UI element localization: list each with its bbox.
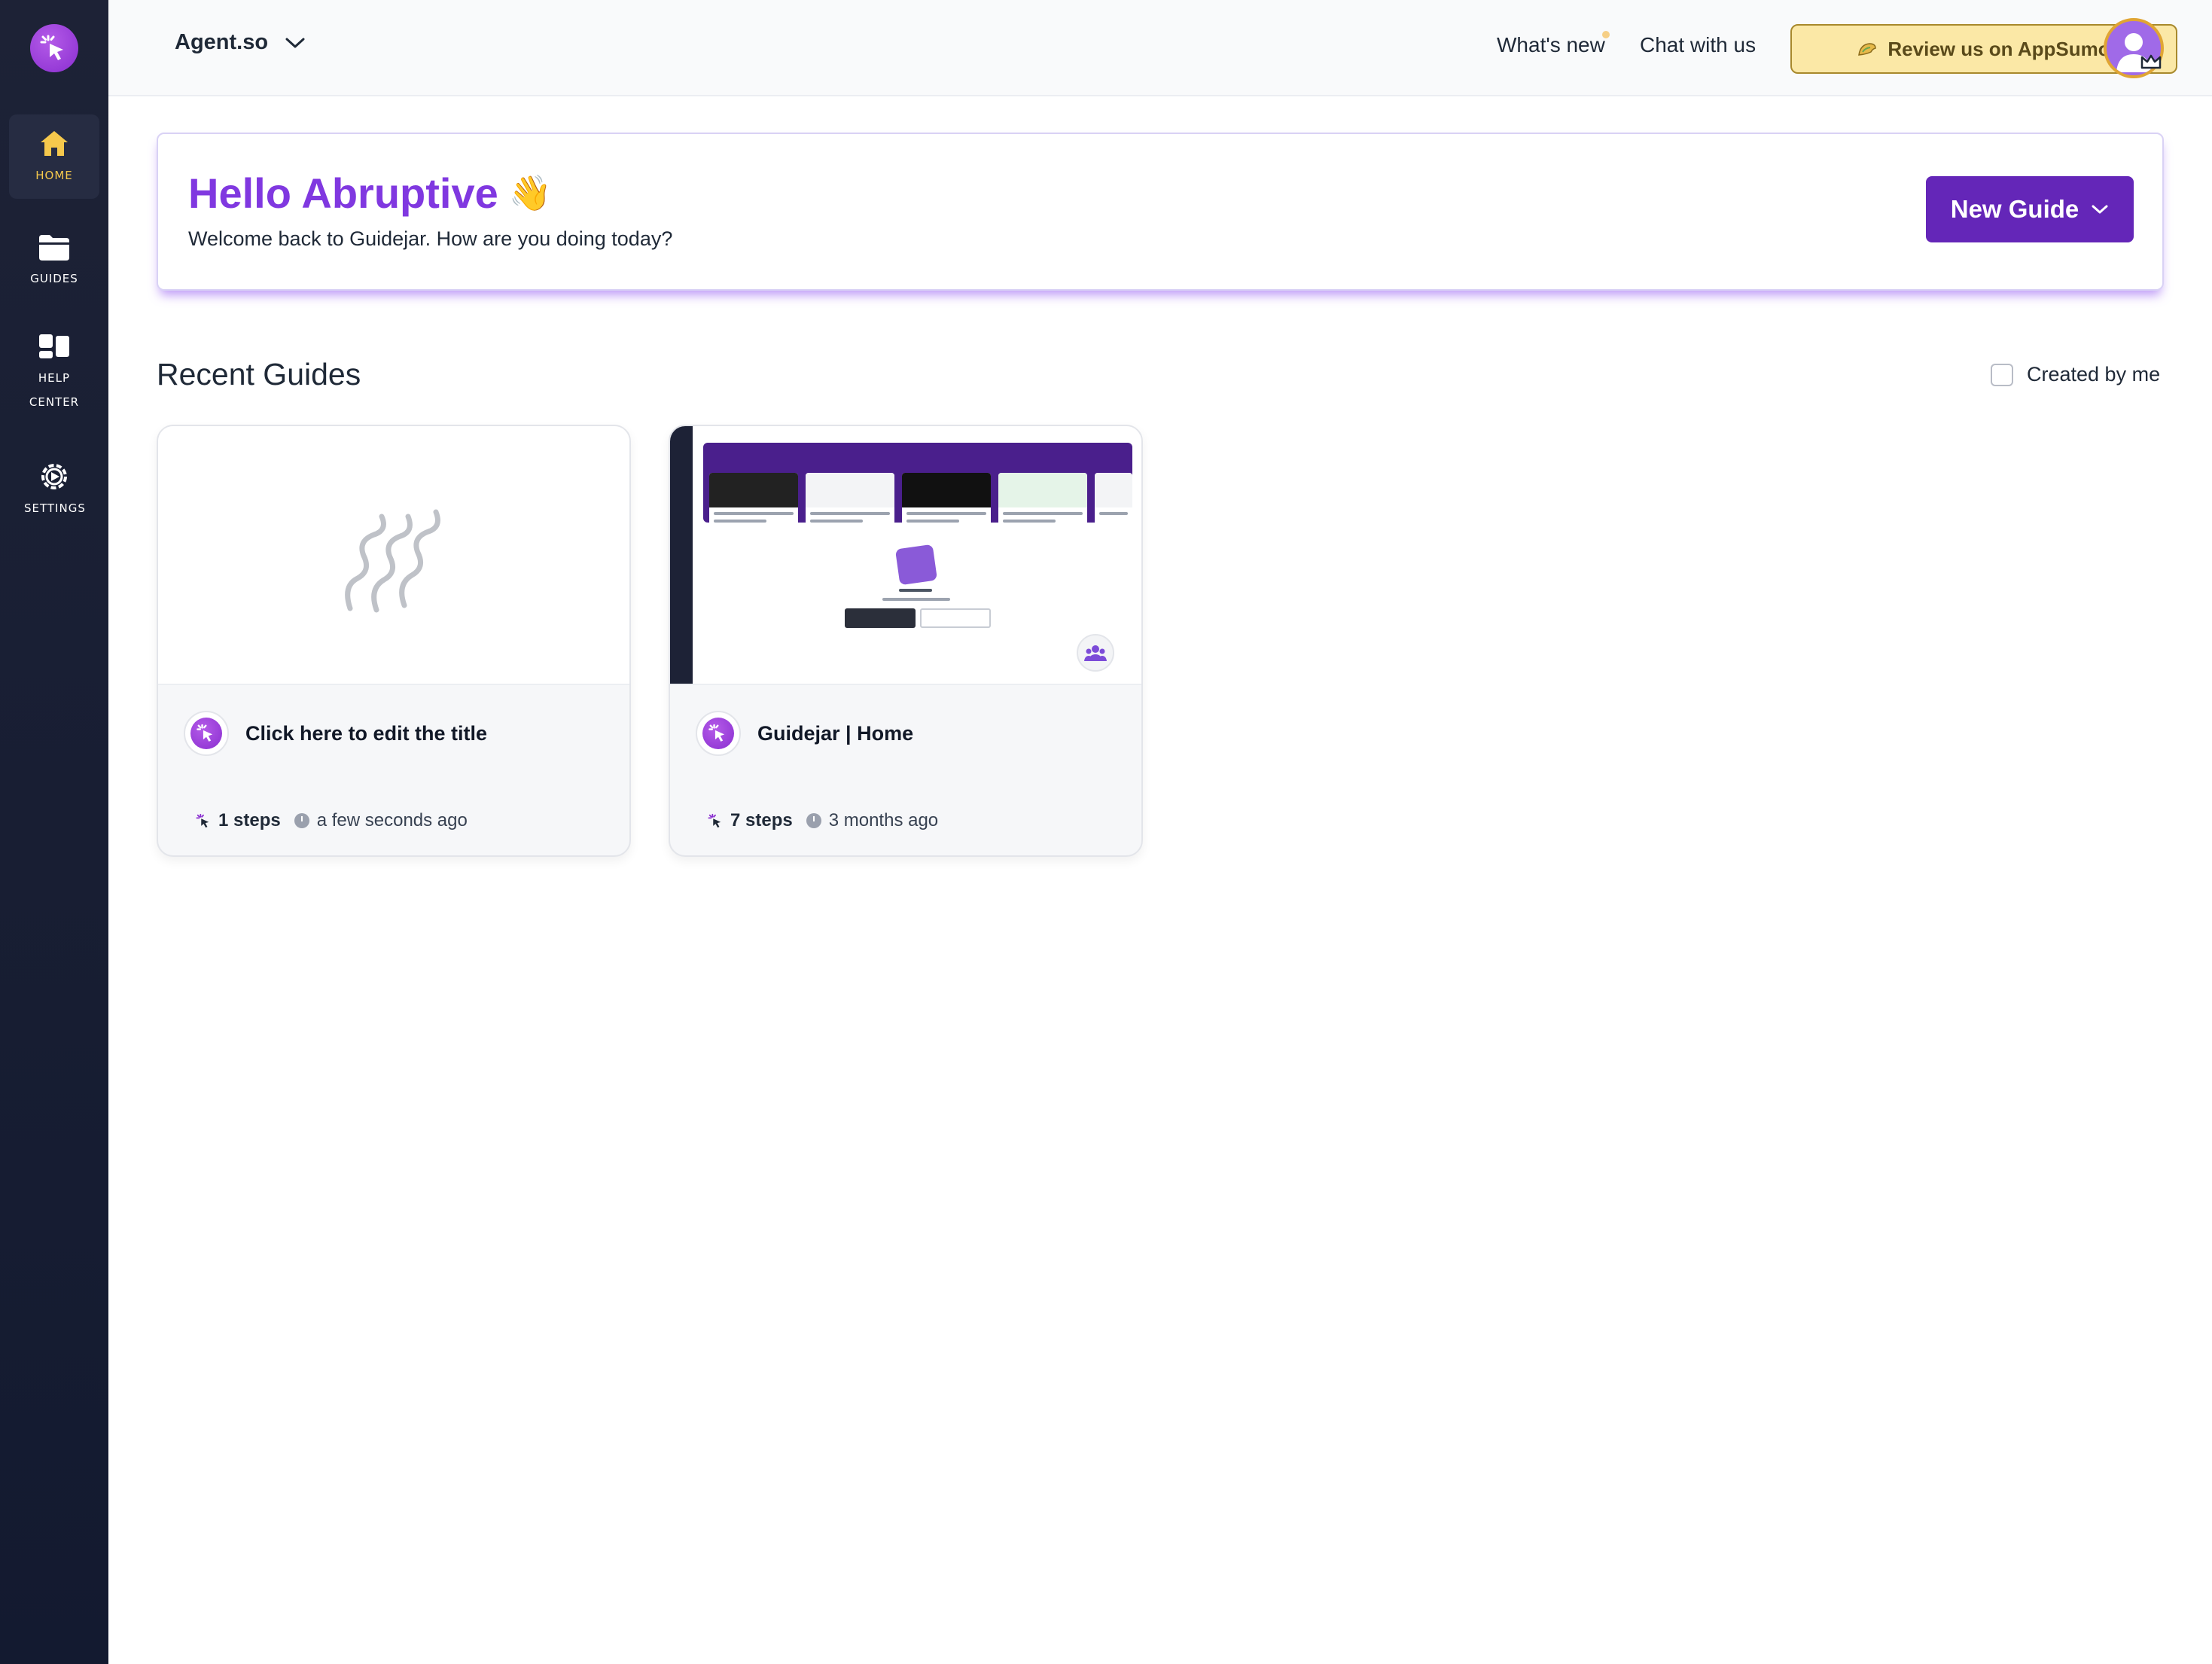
crown-icon xyxy=(2140,54,2162,69)
sidebar-item-label: GUIDES xyxy=(30,272,78,285)
welcome-subtitle: Welcome back to Guidejar. How are you do… xyxy=(188,227,673,250)
clock-icon xyxy=(294,813,309,828)
thumbnail-button xyxy=(845,608,916,628)
sidebar: HOME GUIDES HELP CENTER SETTINGS xyxy=(0,0,108,1664)
thumbnail-banner xyxy=(703,443,1132,536)
sidebar-item-label: HOME xyxy=(35,169,73,182)
guide-meta: 1 steps a few seconds ago xyxy=(196,810,468,831)
sidebar-item-label: HELP CENTER xyxy=(29,371,80,409)
team-shared-icon xyxy=(1077,634,1114,672)
guide-updated-time: 3 months ago xyxy=(828,810,939,830)
sidebar-item-label: SETTINGS xyxy=(24,501,86,515)
guide-title[interactable]: Click here to edit the title xyxy=(245,722,487,745)
gear-icon xyxy=(36,459,72,495)
clock-icon xyxy=(806,813,821,828)
sidebar-item-help-center[interactable]: HELP CENTER xyxy=(9,322,99,420)
guide-thumbnail xyxy=(670,426,1141,685)
home-icon xyxy=(36,126,72,162)
guide-updated-time: a few seconds ago xyxy=(316,810,468,830)
recent-guides-heading: Recent Guides xyxy=(157,357,361,392)
steps-icon xyxy=(196,813,209,828)
help-center-icon xyxy=(36,328,72,364)
new-guide-label: New Guide xyxy=(1950,195,2079,223)
folder-icon xyxy=(36,229,72,265)
thumbnail-button xyxy=(920,608,991,628)
taco-icon xyxy=(1858,43,1877,56)
guide-logo xyxy=(184,711,229,756)
notification-dot xyxy=(1602,31,1610,38)
cursor-click-icon xyxy=(197,724,213,742)
workspace-name: Agent.so xyxy=(175,30,269,54)
new-guide-button[interactable]: New Guide xyxy=(1926,176,2134,242)
guide-title-row: Click here to edit the title xyxy=(184,711,487,756)
thumbnail-box-illustration xyxy=(894,544,938,586)
cursor-click-icon xyxy=(708,724,725,742)
welcome-title: Hello Abruptive xyxy=(188,169,498,217)
sidebar-item-home[interactable]: HOME xyxy=(9,114,99,199)
review-button-label: Review us on AppSumo xyxy=(1888,37,2110,60)
sidebar-item-settings[interactable]: SETTINGS xyxy=(9,452,99,527)
guide-steps: 1 steps xyxy=(218,810,281,830)
guide-title-row: Guidejar | Home xyxy=(696,711,913,756)
created-by-me-label: Created by me xyxy=(2027,363,2161,386)
guide-card[interactable]: Click here to edit the title 1 steps a f… xyxy=(157,425,631,857)
guide-card[interactable]: Guidejar | Home 7 steps 3 months ago xyxy=(669,425,1143,857)
chat-with-us-link[interactable]: Chat with us xyxy=(1640,33,1756,57)
chevron-down-icon xyxy=(2092,205,2108,214)
created-by-me-filter[interactable]: Created by me xyxy=(1991,363,2160,386)
guide-meta: 7 steps 3 months ago xyxy=(708,810,938,831)
guide-title[interactable]: Guidejar | Home xyxy=(757,722,913,745)
steps-icon xyxy=(708,813,721,828)
workspace-switcher[interactable]: Agent.so xyxy=(175,30,306,55)
whats-new-link[interactable]: What's new xyxy=(1497,33,1605,57)
wave-emoji: 👋 xyxy=(508,173,553,212)
guide-steps: 7 steps xyxy=(730,810,793,830)
guide-thumbnail xyxy=(158,426,629,685)
sidebar-item-guides[interactable]: GUIDES xyxy=(9,218,99,301)
squiggle-placeholder-icon xyxy=(345,509,440,613)
app-logo[interactable] xyxy=(30,24,78,72)
welcome-heading: Hello Abruptive 👋 xyxy=(188,169,552,218)
chevron-down-icon xyxy=(285,38,305,47)
cursor-click-icon xyxy=(40,35,63,60)
created-by-me-checkbox[interactable] xyxy=(1991,363,2013,386)
thumbnail-sidebar xyxy=(670,426,693,684)
guide-logo xyxy=(696,711,741,756)
welcome-card: Hello Abruptive 👋 Welcome back to Guidej… xyxy=(157,133,2164,291)
